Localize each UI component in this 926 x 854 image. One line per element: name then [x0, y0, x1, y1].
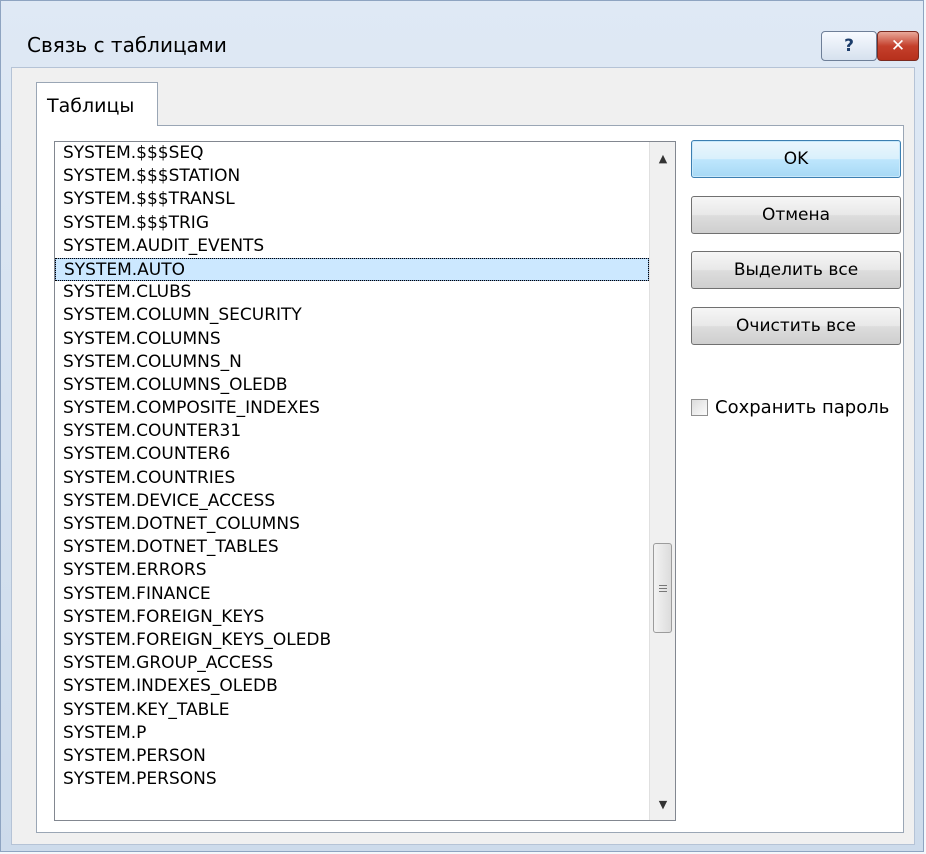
- table-list-item[interactable]: SYSTEM.$$$STATION: [55, 165, 649, 188]
- table-list-item[interactable]: SYSTEM.KEY_TABLE: [55, 699, 649, 722]
- tab-panel-tables: SYSTEM.$$$SEQ SYSTEM.$$$STATION SYSTEM.$$$…: [36, 125, 904, 833]
- table-list-item[interactable]: SYSTEM.COUNTER6: [55, 443, 649, 466]
- help-icon: ?: [844, 36, 854, 56]
- table-list-item[interactable]: SYSTEM.DOTNET_COLUMNS: [55, 513, 649, 536]
- table-list-item[interactable]: SYSTEM.GROUP_ACCESS: [55, 652, 649, 675]
- table-list-item[interactable]: SYSTEM.DOTNET_TABLES: [55, 536, 649, 559]
- table-list-item[interactable]: SYSTEM.ERRORS: [55, 559, 649, 582]
- cancel-button[interactable]: Отмена: [691, 196, 901, 234]
- table-list-item[interactable]: SYSTEM.COMPOSITE_INDEXES: [55, 397, 649, 420]
- table-list-item[interactable]: SYSTEM.COLUMN_SECURITY: [55, 304, 649, 327]
- save-password-option[interactable]: Сохранить пароль: [691, 394, 889, 420]
- close-button[interactable]: ✕: [877, 31, 919, 61]
- select-all-button[interactable]: Выделить все: [691, 251, 901, 289]
- table-list-item[interactable]: SYSTEM.$$$TRANSL: [55, 188, 649, 211]
- tables-listbox[interactable]: SYSTEM.$$$SEQ SYSTEM.$$$STATION SYSTEM.$$$…: [54, 141, 676, 821]
- save-password-label: Сохранить пароль: [715, 396, 890, 418]
- dialog-title: Связь с таблицами: [27, 33, 227, 57]
- dialog-window: Связь с таблицами ? ✕ Таблицы SYSTEM.$$$…: [0, 0, 924, 852]
- close-icon: ✕: [890, 36, 906, 56]
- table-list-item[interactable]: SYSTEM.COUNTER31: [55, 420, 649, 443]
- clear-all-button[interactable]: Очистить все: [691, 307, 901, 345]
- dialog-client-area: Таблицы SYSTEM.$$$SEQ SYSTEM.$$$STATION SY…: [11, 67, 915, 845]
- table-list-item[interactable]: SYSTEM.FINANCE: [55, 583, 649, 606]
- grip-icon: [658, 583, 667, 594]
- table-list-item[interactable]: SYSTEM.DEVICE_ACCESS: [55, 490, 649, 513]
- table-list-item[interactable]: SYSTEM.FOREIGN_KEYS_OLEDB: [55, 629, 649, 652]
- table-list-item[interactable]: SYSTEM.INDEXES_OLEDB: [55, 675, 649, 698]
- table-list-item[interactable]: SYSTEM.COLUMNS: [55, 328, 649, 351]
- table-list-item[interactable]: SYSTEM.FOREIGN_KEYS: [55, 606, 649, 629]
- table-list-item[interactable]: SYSTEM.PERSON: [55, 745, 649, 768]
- title-bar[interactable]: Связь с таблицами ? ✕: [1, 1, 923, 67]
- scroll-up-arrow-icon[interactable]: ▲: [650, 146, 675, 170]
- table-list-item[interactable]: SYSTEM.AUTO: [55, 257, 649, 282]
- tables-list: SYSTEM.$$$SEQ SYSTEM.$$$STATION SYSTEM.$$$…: [55, 142, 649, 791]
- table-list-item[interactable]: SYSTEM.$$$TRIG: [55, 212, 649, 235]
- table-list-item[interactable]: SYSTEM.CLUBS: [55, 281, 649, 304]
- table-list-item[interactable]: SYSTEM.AUDIT_EVENTS: [55, 235, 649, 258]
- scroll-thumb[interactable]: [653, 543, 672, 633]
- table-list-item[interactable]: SYSTEM.COLUMNS_OLEDB: [55, 374, 649, 397]
- tab-tables[interactable]: Таблицы: [36, 82, 158, 126]
- table-list-item[interactable]: SYSTEM.COLUMNS_N: [55, 351, 649, 374]
- help-button[interactable]: ?: [821, 31, 877, 61]
- table-list-item[interactable]: SYSTEM.COUNTRIES: [55, 467, 649, 490]
- table-list-item[interactable]: SYSTEM.P: [55, 722, 649, 745]
- table-list-item[interactable]: SYSTEM.PERSONS: [55, 768, 649, 791]
- ok-button[interactable]: OK: [691, 140, 901, 178]
- table-list-item[interactable]: SYSTEM.$$$SEQ: [55, 142, 649, 165]
- save-password-checkbox[interactable]: [691, 398, 708, 416]
- scroll-down-arrow-icon[interactable]: ▼: [650, 792, 675, 816]
- vertical-scrollbar[interactable]: ▲ ▼: [649, 142, 675, 820]
